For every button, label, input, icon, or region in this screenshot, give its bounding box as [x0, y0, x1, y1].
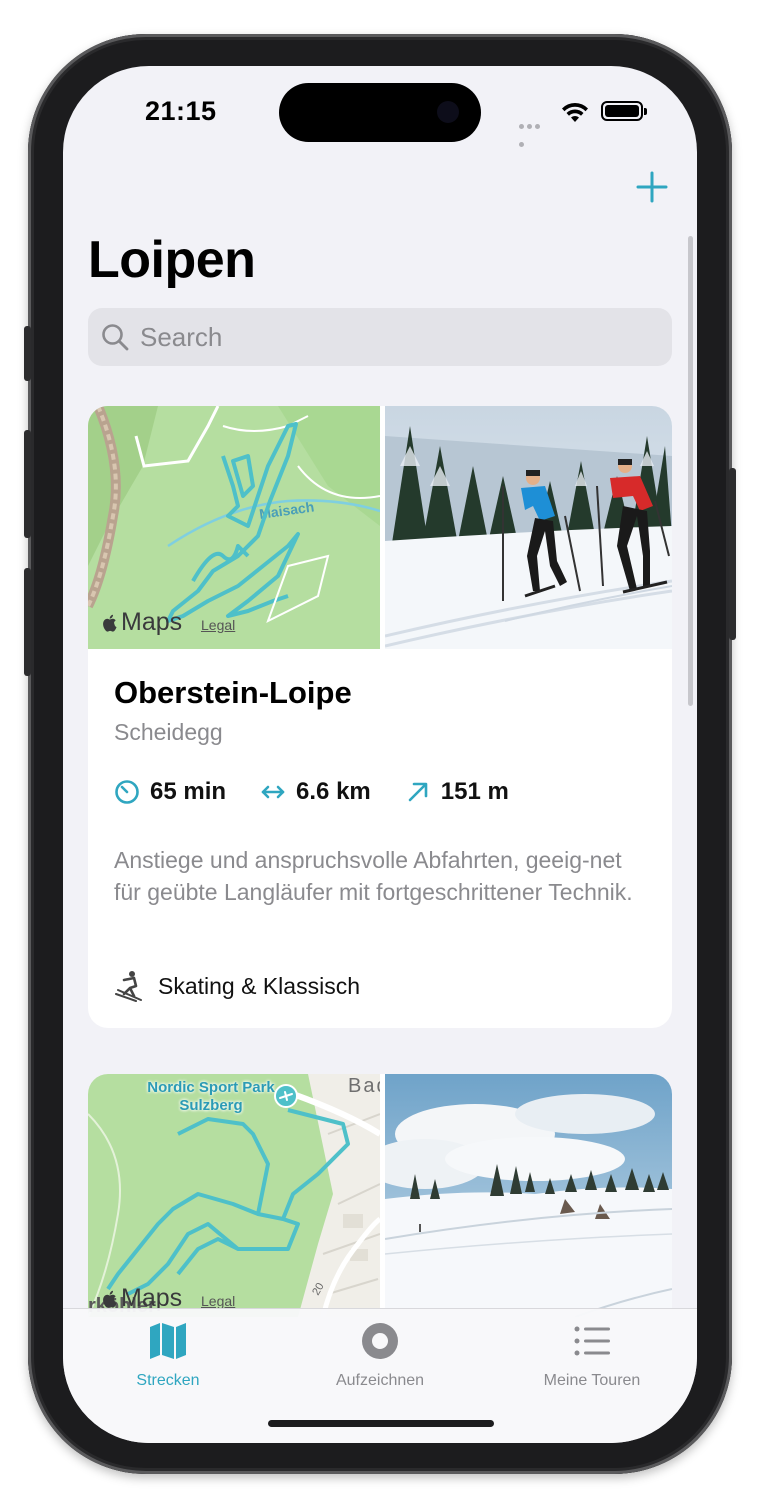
scroll-indicator[interactable]: [688, 236, 693, 706]
route-card[interactable]: Maisach Maps Legal Oberstein-Loipe Schei…: [88, 406, 672, 1028]
apple-icon: [103, 614, 117, 632]
winter-landscape-photo: [385, 1074, 672, 1317]
signal-icon: [519, 116, 549, 147]
plus-icon[interactable]: [635, 170, 669, 204]
distance-value: 6.6 km: [296, 778, 371, 805]
map-label-badha: Badha: [348, 1075, 380, 1097]
skiers-photo: [385, 406, 672, 649]
route-map[interactable]: Maisach Maps Legal: [88, 406, 380, 649]
search-input[interactable]: [140, 321, 640, 353]
route-location: Scheidegg: [114, 719, 223, 745]
volume-down-button: [24, 568, 31, 676]
status-time: 21:15: [145, 96, 217, 126]
duration-value: 65 min: [150, 778, 227, 805]
search-icon: [102, 324, 129, 351]
route-map[interactable]: Badha 20 rköhler Nordic Sport Park Sulzb…: [88, 1074, 380, 1317]
page-title: Loipen: [88, 231, 256, 289]
stat-distance: 6.6 km: [260, 778, 371, 806]
home-indicator[interactable]: [268, 1420, 494, 1427]
dynamic-island: [279, 83, 481, 142]
stat-elevation: 151 m: [405, 778, 509, 806]
card-media: Maisach Maps Legal: [88, 406, 672, 649]
legal-link[interactable]: Legal: [201, 617, 235, 633]
record-icon: [362, 1323, 398, 1359]
list-icon: [574, 1326, 610, 1356]
card-media: Badha 20 rköhler Nordic Sport Park Sulzb…: [88, 1074, 672, 1317]
volume-up-button: [24, 430, 31, 538]
apple-icon: [103, 1290, 117, 1308]
route-photo: [385, 406, 672, 649]
map-poi-label[interactable]: Nordic Sport Park Sulzberg: [146, 1079, 276, 1115]
battery-icon: [601, 101, 647, 121]
route-photo: [385, 1074, 672, 1317]
maps-logo: Maps: [102, 608, 182, 637]
maps-brand: Maps: [121, 608, 183, 636]
tab-label: Strecken: [136, 1372, 200, 1389]
app-screen: 21:15 Loipen Search Maisach Maps Legal O…: [63, 66, 697, 1443]
tab-strecken[interactable]: Strecken: [88, 1321, 248, 1390]
skier-icon: [115, 971, 142, 1002]
search-bar[interactable]: [88, 308, 672, 366]
route-description: Anstiege und anspruchsvolle Abfahrten, g…: [114, 847, 633, 905]
stat-duration: 65 min: [114, 778, 226, 806]
tab-label: Aufzeichnen: [335, 1372, 425, 1389]
legal-link[interactable]: Legal: [201, 1293, 235, 1309]
route-type-label: Skating & Klassisch: [158, 972, 360, 999]
tab-aufzeichnen[interactable]: Aufzeichnen: [300, 1321, 460, 1390]
map-icon: [150, 1323, 186, 1359]
tab-meine-touren[interactable]: Meine Touren: [512, 1321, 672, 1390]
elevation-icon: [408, 782, 428, 802]
power-button: [729, 468, 736, 640]
route-stats: 65 min 6.6 km 151 m: [114, 778, 543, 806]
clock-icon: [115, 780, 139, 804]
elevation-value: 151 m: [440, 778, 509, 805]
tab-label: Meine Touren: [543, 1372, 641, 1389]
route-type: Skating & Klassisch: [114, 970, 360, 1002]
distance-icon: [261, 785, 285, 799]
route-title: Oberstein-Loipe: [114, 675, 352, 710]
wifi-icon: [562, 102, 588, 122]
action-button: [24, 326, 31, 381]
